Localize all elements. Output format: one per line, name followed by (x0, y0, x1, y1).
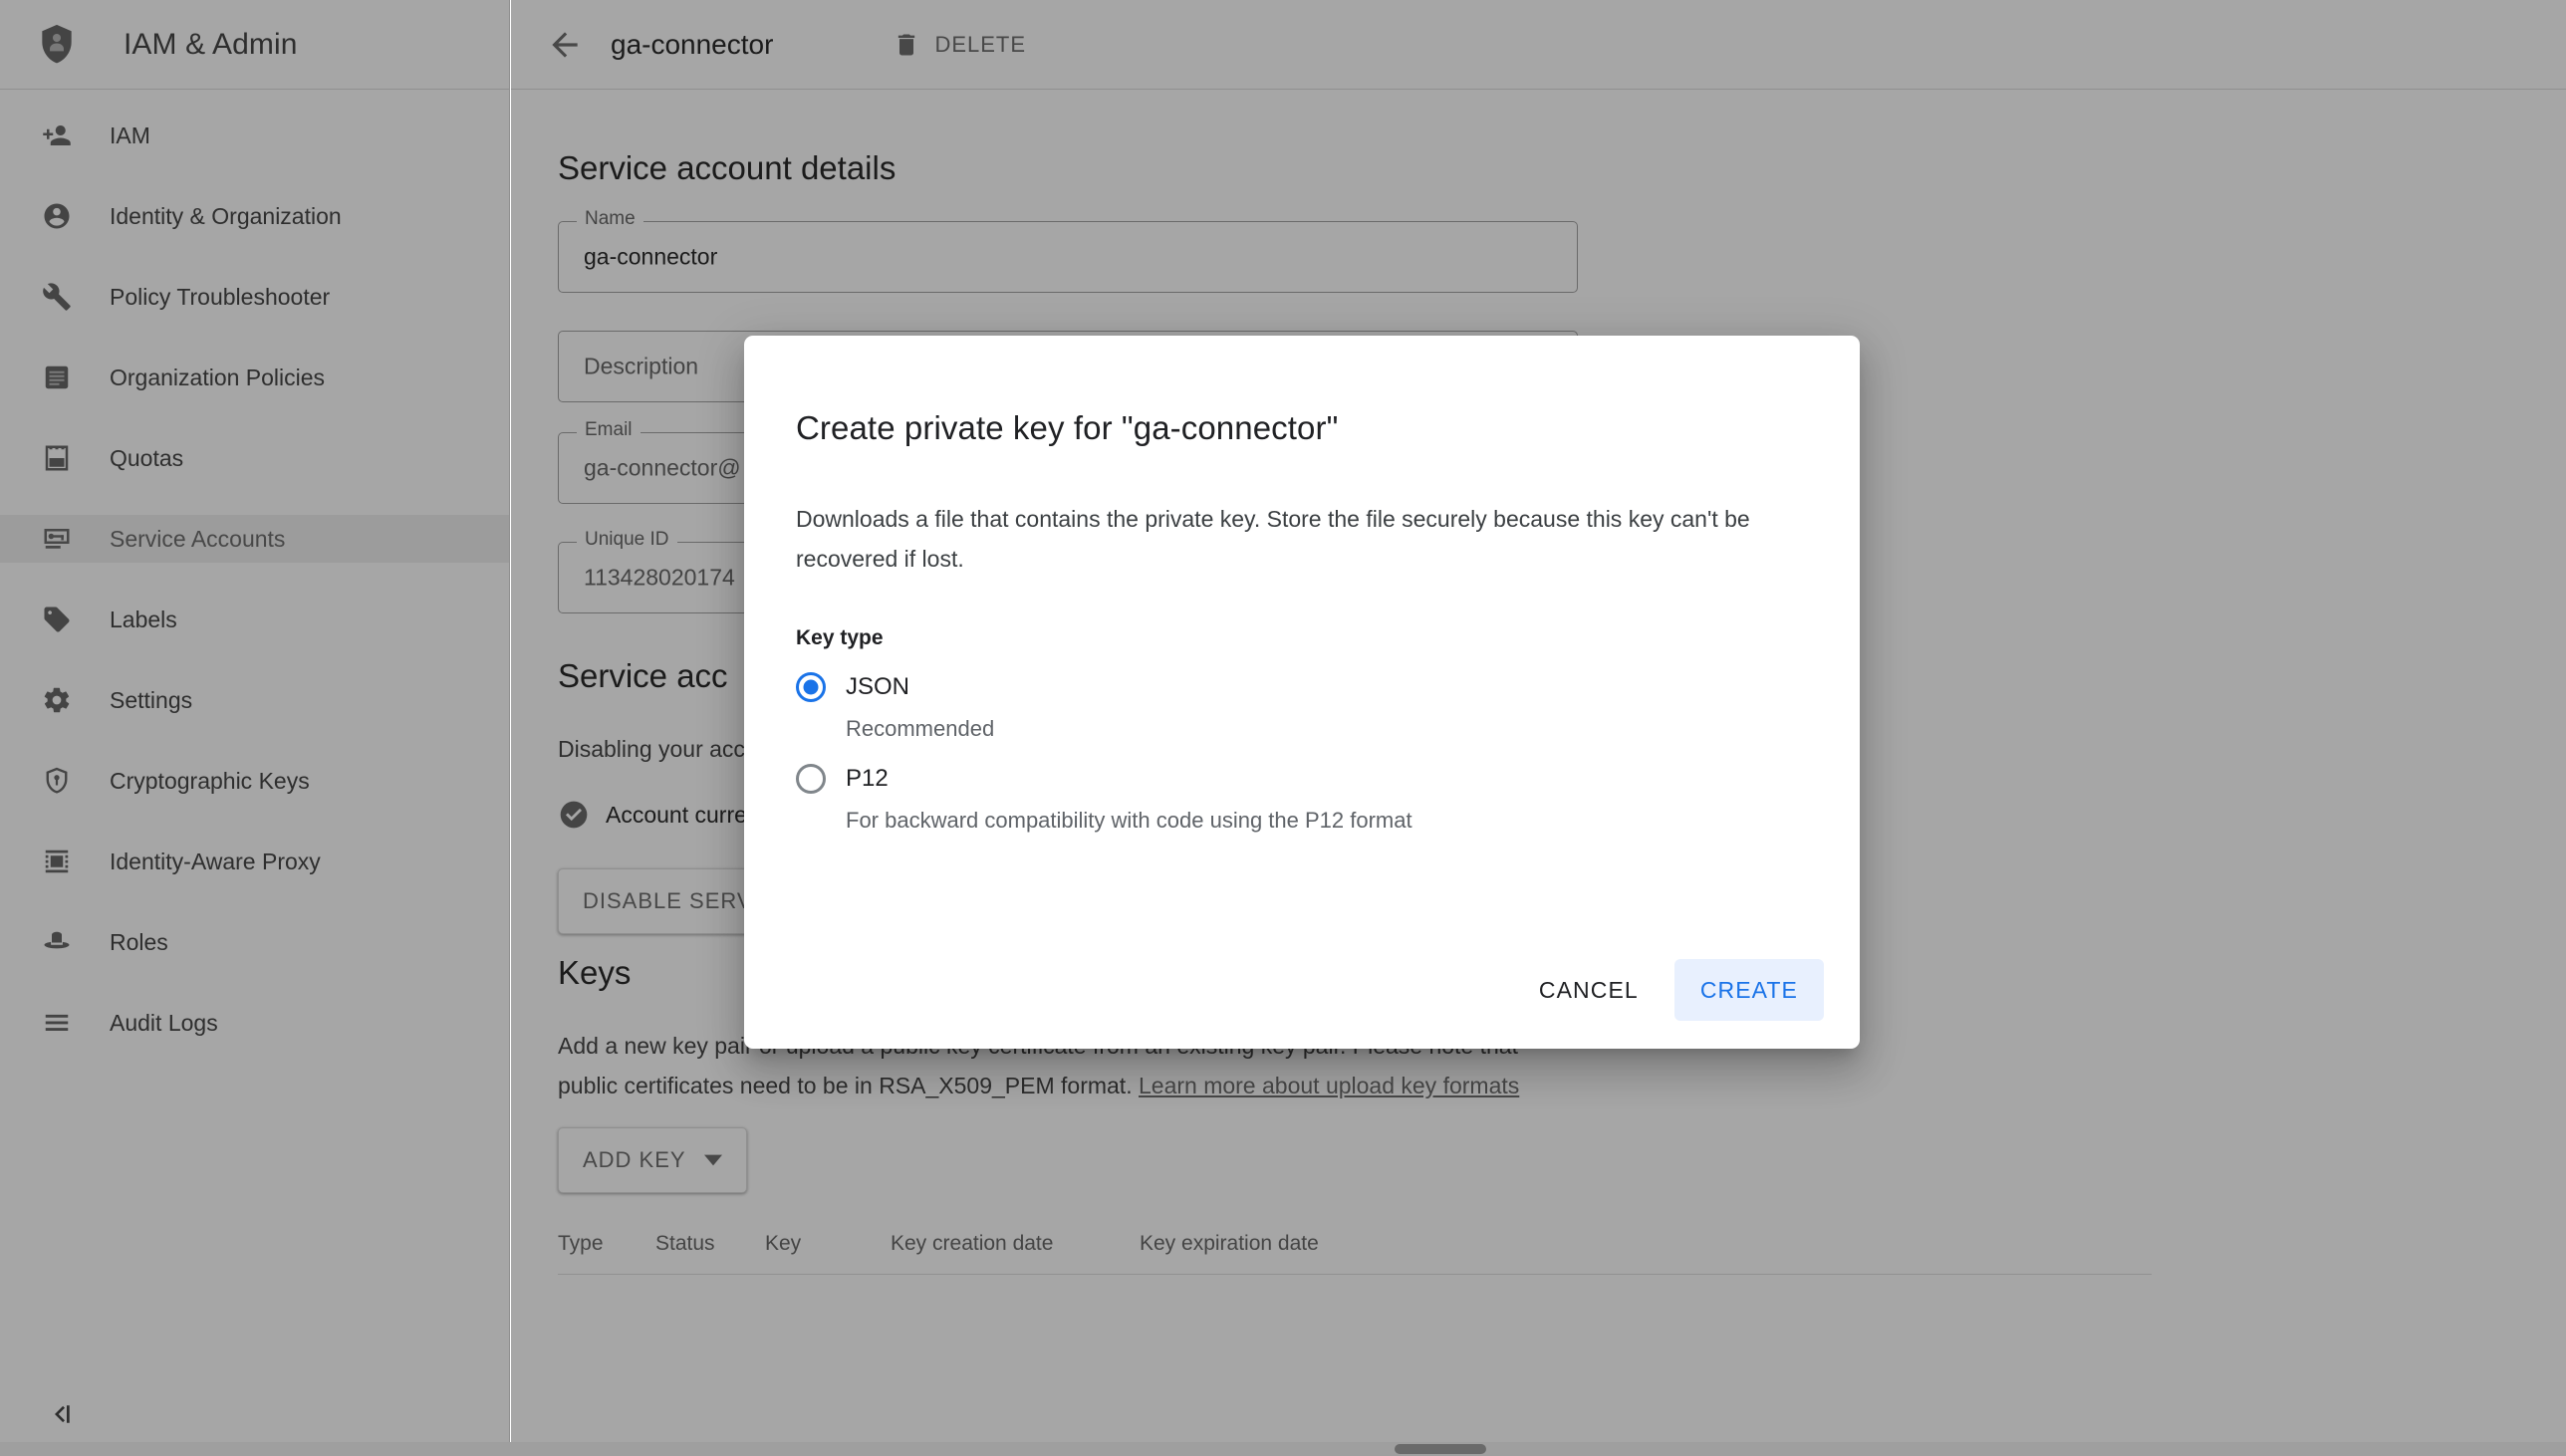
sidebar-item-settings[interactable]: Settings (0, 676, 509, 724)
cancel-button[interactable]: CANCEL (1513, 959, 1665, 1021)
sidebar-item-label: Service Accounts (110, 525, 286, 552)
gear-icon (40, 683, 74, 717)
delete-button[interactable]: DELETE (893, 31, 1026, 59)
sidebar-item-roles[interactable]: Roles (0, 918, 509, 966)
dialog-actions: CANCEL CREATE (1513, 959, 1824, 1021)
sidebar-item-label: Audit Logs (110, 1009, 218, 1036)
column-header-type[interactable]: Type (558, 1232, 655, 1256)
product-title: IAM & Admin (124, 27, 298, 61)
column-header-status[interactable]: Status (655, 1232, 765, 1256)
page-root: IAM & Admin IAM Identity & Organization … (0, 0, 2566, 1456)
sidebar-item-label: Identity-Aware Proxy (110, 848, 321, 874)
sidebar-item-label: Organization Policies (110, 364, 326, 390)
service-account-details-heading: Service account details (558, 149, 897, 186)
sidebar-item-label: Policy Troubleshooter (110, 283, 331, 310)
sidebar: IAM & Admin IAM Identity & Organization … (0, 0, 510, 1456)
radio-p12-icon[interactable] (796, 764, 826, 794)
sidebar-item-label: Labels (110, 606, 177, 632)
sidebar-item-organization-policies[interactable]: Organization Policies (0, 354, 509, 401)
page-title: ga-connector (611, 28, 774, 60)
learn-more-link[interactable]: Learn more about upload key formats (1139, 1073, 1519, 1098)
account-circle-icon (40, 199, 74, 233)
dialog-title: Create private key for "ga-connector" (796, 409, 1339, 446)
quota-chart-icon (40, 441, 74, 475)
sidebar-item-policy-troubleshooter[interactable]: Policy Troubleshooter (0, 273, 509, 321)
sidebar-header: IAM & Admin (0, 0, 509, 90)
radio-json-icon[interactable] (796, 672, 826, 702)
email-field-value: ga-connector@ (584, 454, 741, 481)
shield-key-icon (40, 764, 74, 798)
sidebar-item-label: Quotas (110, 444, 184, 471)
sidebar-item-label: Identity & Organization (110, 202, 342, 229)
scrollbar-thumb[interactable] (1395, 1444, 1486, 1454)
horizontal-scrollbar[interactable] (0, 1442, 2566, 1456)
column-header-key[interactable]: Key (765, 1232, 891, 1256)
description-field-placeholder: Description (584, 353, 699, 379)
sidebar-item-identity-aware-proxy[interactable]: Identity-Aware Proxy (0, 838, 509, 885)
email-field-label: Email (577, 419, 641, 441)
sidebar-item-label: Settings (110, 686, 193, 713)
trash-icon (893, 31, 920, 59)
key-type-option-json-label: JSON (846, 673, 910, 700)
name-field-value: ga-connector (584, 243, 718, 270)
sidebar-item-audit-logs[interactable]: Audit Logs (0, 999, 509, 1047)
create-button[interactable]: CREATE (1673, 959, 1824, 1021)
sidebar-item-cryptographic-keys[interactable]: Cryptographic Keys (0, 757, 509, 805)
tag-icon (40, 603, 74, 636)
keys-table: Type Status Key Key creation date Key ex… (558, 1213, 2152, 1275)
key-type-option-json-help: Recommended (846, 716, 995, 741)
sidebar-item-quotas[interactable]: Quotas (0, 434, 509, 482)
key-type-option-p12[interactable]: P12 (796, 760, 1808, 798)
person-add-icon (40, 119, 74, 152)
dialog-description: Downloads a file that contains the priva… (796, 506, 1750, 572)
key-type-group-label: Key type (796, 626, 884, 649)
wrench-icon (40, 280, 74, 314)
keys-table-header-row: Type Status Key Key creation date Key ex… (558, 1213, 2152, 1275)
sidebar-item-label: Cryptographic Keys (110, 767, 310, 794)
lines-icon (40, 1006, 74, 1040)
add-key-button[interactable]: ADD KEY (558, 1127, 747, 1193)
sidebar-item-iam[interactable]: IAM (0, 112, 509, 159)
key-type-option-p12-label: P12 (846, 765, 889, 792)
sidebar-item-label: IAM (110, 121, 150, 148)
column-header-key-expiration-date[interactable]: Key expiration date (1140, 1232, 1389, 1256)
key-type-option-p12-help: For backward compatibility with code usi… (846, 808, 1412, 833)
check-circle-icon (558, 799, 590, 831)
add-key-label: ADD KEY (583, 1147, 686, 1172)
name-field-label: Name (577, 208, 643, 230)
sidebar-item-identity-organization[interactable]: Identity & Organization (0, 192, 509, 240)
topbar: ga-connector DELETE (511, 0, 2566, 90)
collapse-panel-icon[interactable] (40, 1394, 80, 1434)
hat-icon (40, 925, 74, 959)
name-field[interactable]: Name ga-connector (558, 208, 1578, 293)
shield-person-icon (34, 22, 80, 68)
unique-id-field-label: Unique ID (577, 529, 677, 551)
create-private-key-dialog: Create private key for "ga-connector" Do… (744, 336, 1860, 1049)
sidebar-item-service-accounts[interactable]: Service Accounts (0, 515, 509, 563)
sidebar-item-labels[interactable]: Labels (0, 596, 509, 643)
column-header-key-creation-date[interactable]: Key creation date (891, 1232, 1140, 1256)
key-type-option-json[interactable]: JSON (796, 668, 1808, 706)
sidebar-nav: IAM Identity & Organization Policy Troub… (0, 90, 509, 1047)
arrow-back-icon[interactable] (541, 21, 589, 69)
sidebar-item-label: Roles (110, 928, 168, 955)
delete-label: DELETE (934, 31, 1027, 57)
unique-id-field-value: 113428020174 (584, 564, 735, 591)
status-badge-label: Account curre (606, 801, 747, 828)
caret-down-icon (703, 1151, 722, 1169)
key-badge-icon (40, 522, 74, 556)
proxy-icon (40, 845, 74, 878)
list-document-icon (40, 361, 74, 394)
